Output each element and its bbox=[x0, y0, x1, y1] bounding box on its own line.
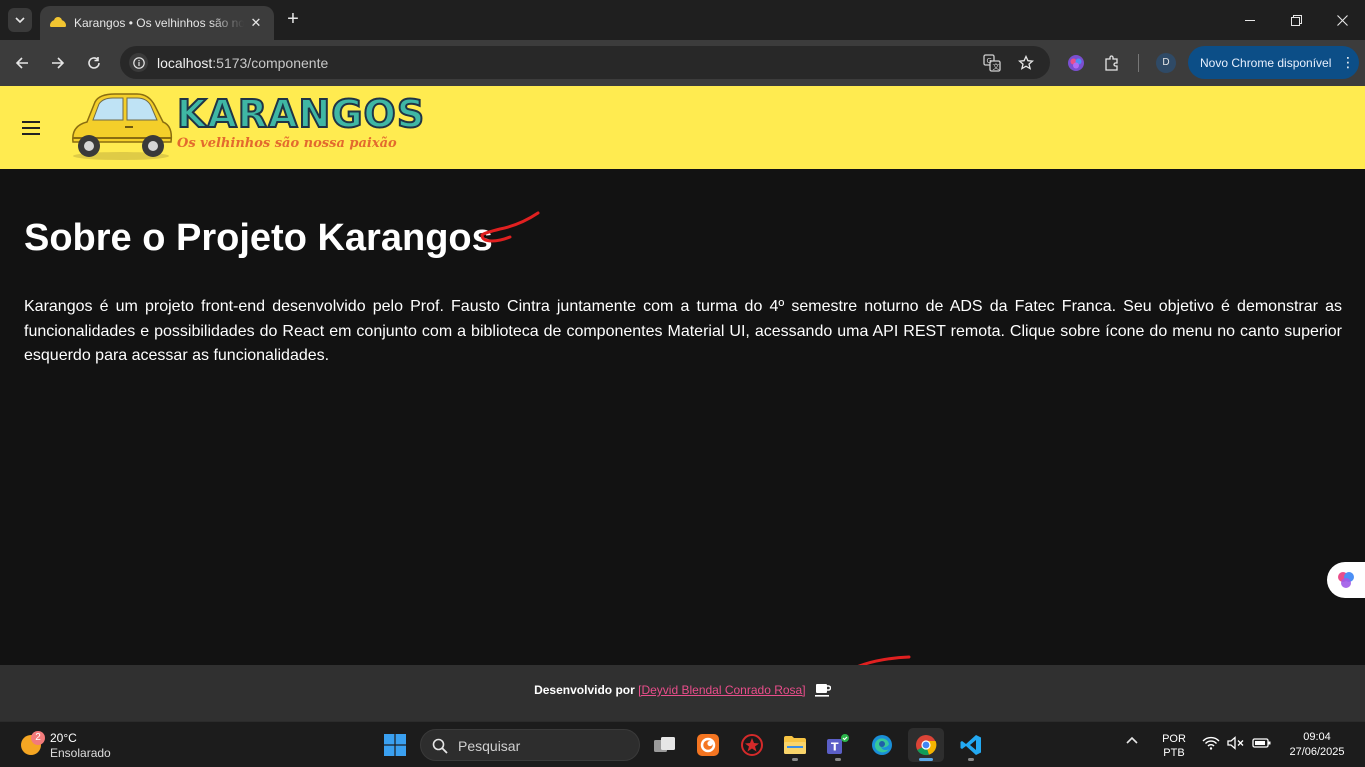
taskbar-search[interactable]: Pesquisar bbox=[420, 729, 640, 761]
show-hidden-icons[interactable] bbox=[1126, 735, 1138, 747]
language-indicator[interactable]: POR PTB bbox=[1158, 732, 1190, 760]
ai-brain-icon bbox=[1338, 572, 1354, 588]
browser-tab-strip: Karangos • Os velhinhos são nossa paixão… bbox=[0, 0, 1365, 40]
running-indicator bbox=[968, 758, 974, 761]
site-info-icon[interactable] bbox=[129, 53, 148, 72]
back-button[interactable] bbox=[10, 51, 34, 75]
taskbar-app-explorer[interactable] bbox=[777, 728, 813, 762]
chrome-update-button[interactable]: Novo Chrome disponível ⋮ bbox=[1188, 46, 1359, 79]
search-placeholder: Pesquisar bbox=[458, 738, 521, 754]
running-indicator bbox=[919, 758, 933, 761]
taskbar-app-teams[interactable]: T bbox=[820, 728, 856, 762]
quick-settings[interactable] bbox=[1202, 736, 1272, 753]
browser-tab-active[interactable]: Karangos • Os velhinhos são nossa paixão… bbox=[40, 6, 274, 40]
url-text: localhost:5173/componente bbox=[157, 55, 329, 71]
minimize-button[interactable] bbox=[1227, 0, 1273, 40]
close-window-button[interactable] bbox=[1319, 0, 1365, 40]
car-favicon-icon bbox=[50, 17, 66, 29]
new-tab-button[interactable]: + bbox=[282, 8, 304, 30]
kebab-menu-icon[interactable]: ⋮ bbox=[1341, 54, 1355, 70]
svg-text:T: T bbox=[831, 741, 839, 754]
star-icon[interactable] bbox=[1016, 53, 1036, 73]
main-content: Sobre o Projeto Karangos Karangos é um p… bbox=[0, 169, 1365, 665]
author-link[interactable]: [Deyvid Blendal Conrado Rosa] bbox=[638, 683, 805, 697]
taskbar-app-vscode[interactable] bbox=[953, 728, 989, 762]
chrome-update-label: Novo Chrome disponível bbox=[1200, 55, 1332, 70]
start-button[interactable] bbox=[377, 728, 413, 762]
translate-icon[interactable]: G文 bbox=[982, 53, 1002, 73]
taskbar-app-game[interactable] bbox=[734, 728, 770, 762]
windows-icon bbox=[384, 734, 406, 756]
tab-search-button[interactable] bbox=[8, 8, 32, 32]
clock-time: 09:04 bbox=[1303, 731, 1331, 743]
edge-icon bbox=[872, 735, 892, 755]
app-footer: Desenvolvido por [Deyvid Blendal Conrado… bbox=[0, 665, 1365, 721]
logo-wordmark: KARANGOS bbox=[176, 91, 426, 137]
clock-date: 27/06/2025 bbox=[1289, 746, 1345, 758]
forward-button[interactable] bbox=[46, 51, 70, 75]
close-icon[interactable]: ✕ bbox=[248, 15, 264, 31]
address-bar[interactable]: localhost:5173/componente G文 bbox=[120, 46, 1050, 79]
coffee-icon bbox=[814, 684, 831, 697]
search-icon bbox=[432, 738, 448, 754]
ai-sidebar-launcher[interactable] bbox=[1327, 562, 1365, 598]
task-view-button[interactable] bbox=[647, 728, 683, 762]
taskbar-app-edge[interactable] bbox=[864, 728, 900, 762]
menu-icon[interactable] bbox=[22, 120, 42, 136]
weather-condition: Ensolarado bbox=[50, 746, 111, 760]
ai-extension-icon[interactable] bbox=[1065, 52, 1087, 74]
toolbar-separator bbox=[1138, 54, 1139, 72]
app-header: KARANGOS Os velhinhos são nossa paixão bbox=[0, 86, 1365, 169]
arrow-right-icon bbox=[52, 57, 65, 69]
taskbar-app-chrome[interactable] bbox=[908, 728, 944, 762]
browser-toolbar: localhost:5173/componente G文 D Novo Chro… bbox=[0, 40, 1365, 86]
weather-temperature: 20°C bbox=[50, 731, 77, 745]
extensions-icon[interactable] bbox=[1101, 52, 1123, 74]
speaker-muted-icon bbox=[1227, 736, 1244, 750]
page-title: Sobre o Projeto Karangos bbox=[24, 217, 493, 259]
page-description: Karangos é um projeto front-end desenvol… bbox=[24, 298, 1342, 364]
notification-badge: 2 bbox=[31, 731, 45, 745]
footer-prefix: Desenvolvido por bbox=[534, 683, 635, 697]
close-icon bbox=[1336, 14, 1348, 26]
reload-button[interactable] bbox=[82, 51, 106, 75]
chrome-icon bbox=[916, 735, 937, 756]
restore-button[interactable] bbox=[1273, 0, 1319, 40]
vscode-icon bbox=[960, 735, 981, 755]
karangos-logo[interactable]: KARANGOS Os velhinhos são nossa paixão bbox=[67, 88, 425, 164]
restore-icon bbox=[1290, 14, 1302, 26]
battery-icon bbox=[1252, 738, 1271, 748]
clock[interactable]: 09:04 27/06/2025 bbox=[1282, 730, 1352, 760]
keyboard-layout: PTB bbox=[1163, 747, 1185, 759]
arrow-left-icon bbox=[15, 57, 28, 69]
running-indicator bbox=[792, 758, 798, 761]
windows-taskbar: 2 20°C Ensolarado Pesquisar T POR PTB 09… bbox=[0, 721, 1365, 767]
yellow-car-icon bbox=[72, 93, 173, 160]
crunchyroll-icon bbox=[697, 734, 719, 756]
chevron-up-icon bbox=[1126, 736, 1138, 744]
teams-icon: T bbox=[827, 734, 849, 754]
taskbar-app-crunchyroll[interactable] bbox=[690, 728, 726, 762]
game-app-icon bbox=[741, 734, 763, 756]
reload-icon bbox=[88, 57, 100, 69]
wifi-icon bbox=[1202, 736, 1220, 750]
chevron-down-icon bbox=[15, 17, 25, 23]
task-view-icon bbox=[654, 737, 675, 752]
profile-avatar[interactable]: D bbox=[1156, 53, 1176, 73]
folder-icon bbox=[784, 736, 806, 754]
language-code: POR bbox=[1162, 733, 1186, 745]
minimize-icon bbox=[1245, 19, 1255, 21]
running-indicator bbox=[835, 758, 841, 761]
logo-tagline: Os velhinhos são nossa paixão bbox=[177, 136, 397, 151]
tab-title: Karangos • Os velhinhos são nossa paixão bbox=[74, 16, 244, 30]
svg-text:G: G bbox=[987, 57, 992, 65]
footer-credits: Desenvolvido por [Deyvid Blendal Conrado… bbox=[0, 683, 1365, 697]
svg-text:文: 文 bbox=[993, 62, 1000, 71]
